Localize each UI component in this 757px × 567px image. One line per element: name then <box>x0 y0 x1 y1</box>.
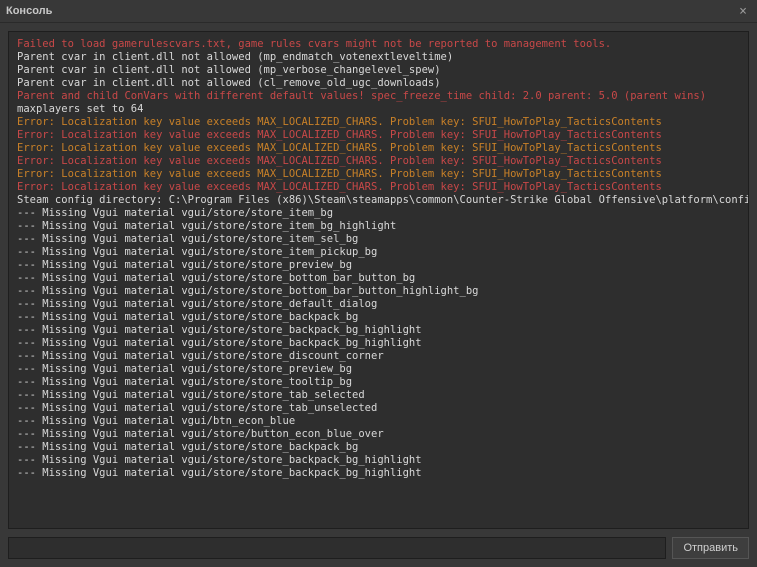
submit-button[interactable]: Отправить <box>672 537 749 559</box>
log-line: --- Missing Vgui material vgui/store/sto… <box>17 298 740 311</box>
log-line: --- Missing Vgui material vgui/store/sto… <box>17 246 740 259</box>
log-line: Failed to load gamerulescvars.txt, game … <box>17 38 740 51</box>
log-line: --- Missing Vgui material vgui/store/sto… <box>17 363 740 376</box>
log-line: Parent cvar in client.dll not allowed (m… <box>17 64 740 77</box>
titlebar: Консоль × <box>0 0 757 23</box>
console-window: Консоль × Failed to load gamerulescvars.… <box>0 0 757 567</box>
log-line: --- Missing Vgui material vgui/store/but… <box>17 428 740 441</box>
log-line: --- Missing Vgui material vgui/store/sto… <box>17 441 740 454</box>
log-line: --- Missing Vgui material vgui/store/sto… <box>17 324 740 337</box>
log-line: Error: Localization key value exceeds MA… <box>17 116 740 129</box>
log-line: Parent cvar in client.dll not allowed (c… <box>17 77 740 90</box>
console-output[interactable]: Failed to load gamerulescvars.txt, game … <box>8 31 749 529</box>
log-line: --- Missing Vgui material vgui/store/sto… <box>17 220 740 233</box>
close-icon[interactable]: × <box>735 4 751 19</box>
log-line: --- Missing Vgui material vgui/store/sto… <box>17 272 740 285</box>
log-line: maxplayers set to 64 <box>17 103 740 116</box>
log-line: Steam config directory: C:\Program Files… <box>17 194 740 207</box>
log-line: --- Missing Vgui material vgui/store/sto… <box>17 233 740 246</box>
log-line: --- Missing Vgui material vgui/store/sto… <box>17 350 740 363</box>
log-line: --- Missing Vgui material vgui/store/sto… <box>17 285 740 298</box>
log-line: --- Missing Vgui material vgui/store/sto… <box>17 389 740 402</box>
log-line: Error: Localization key value exceeds MA… <box>17 155 740 168</box>
log-line: --- Missing Vgui material vgui/store/sto… <box>17 454 740 467</box>
window-title: Консоль <box>6 5 52 17</box>
command-input[interactable] <box>8 537 666 559</box>
log-line: --- Missing Vgui material vgui/store/sto… <box>17 467 740 480</box>
log-line: Parent cvar in client.dll not allowed (m… <box>17 51 740 64</box>
log-line: --- Missing Vgui material vgui/store/sto… <box>17 311 740 324</box>
log-line: --- Missing Vgui material vgui/store/sto… <box>17 402 740 415</box>
log-line: --- Missing Vgui material vgui/store/sto… <box>17 376 740 389</box>
log-line: Parent and child ConVars with different … <box>17 90 740 103</box>
log-line: Error: Localization key value exceeds MA… <box>17 168 740 181</box>
log-line: --- Missing Vgui material vgui/store/sto… <box>17 337 740 350</box>
log-line: Error: Localization key value exceeds MA… <box>17 129 740 142</box>
log-line: --- Missing Vgui material vgui/store/sto… <box>17 259 740 272</box>
log-line: --- Missing Vgui material vgui/btn_econ_… <box>17 415 740 428</box>
log-line: Error: Localization key value exceeds MA… <box>17 142 740 155</box>
input-row: Отправить <box>0 537 757 567</box>
log-line: --- Missing Vgui material vgui/store/sto… <box>17 207 740 220</box>
log-line: Error: Localization key value exceeds MA… <box>17 181 740 194</box>
